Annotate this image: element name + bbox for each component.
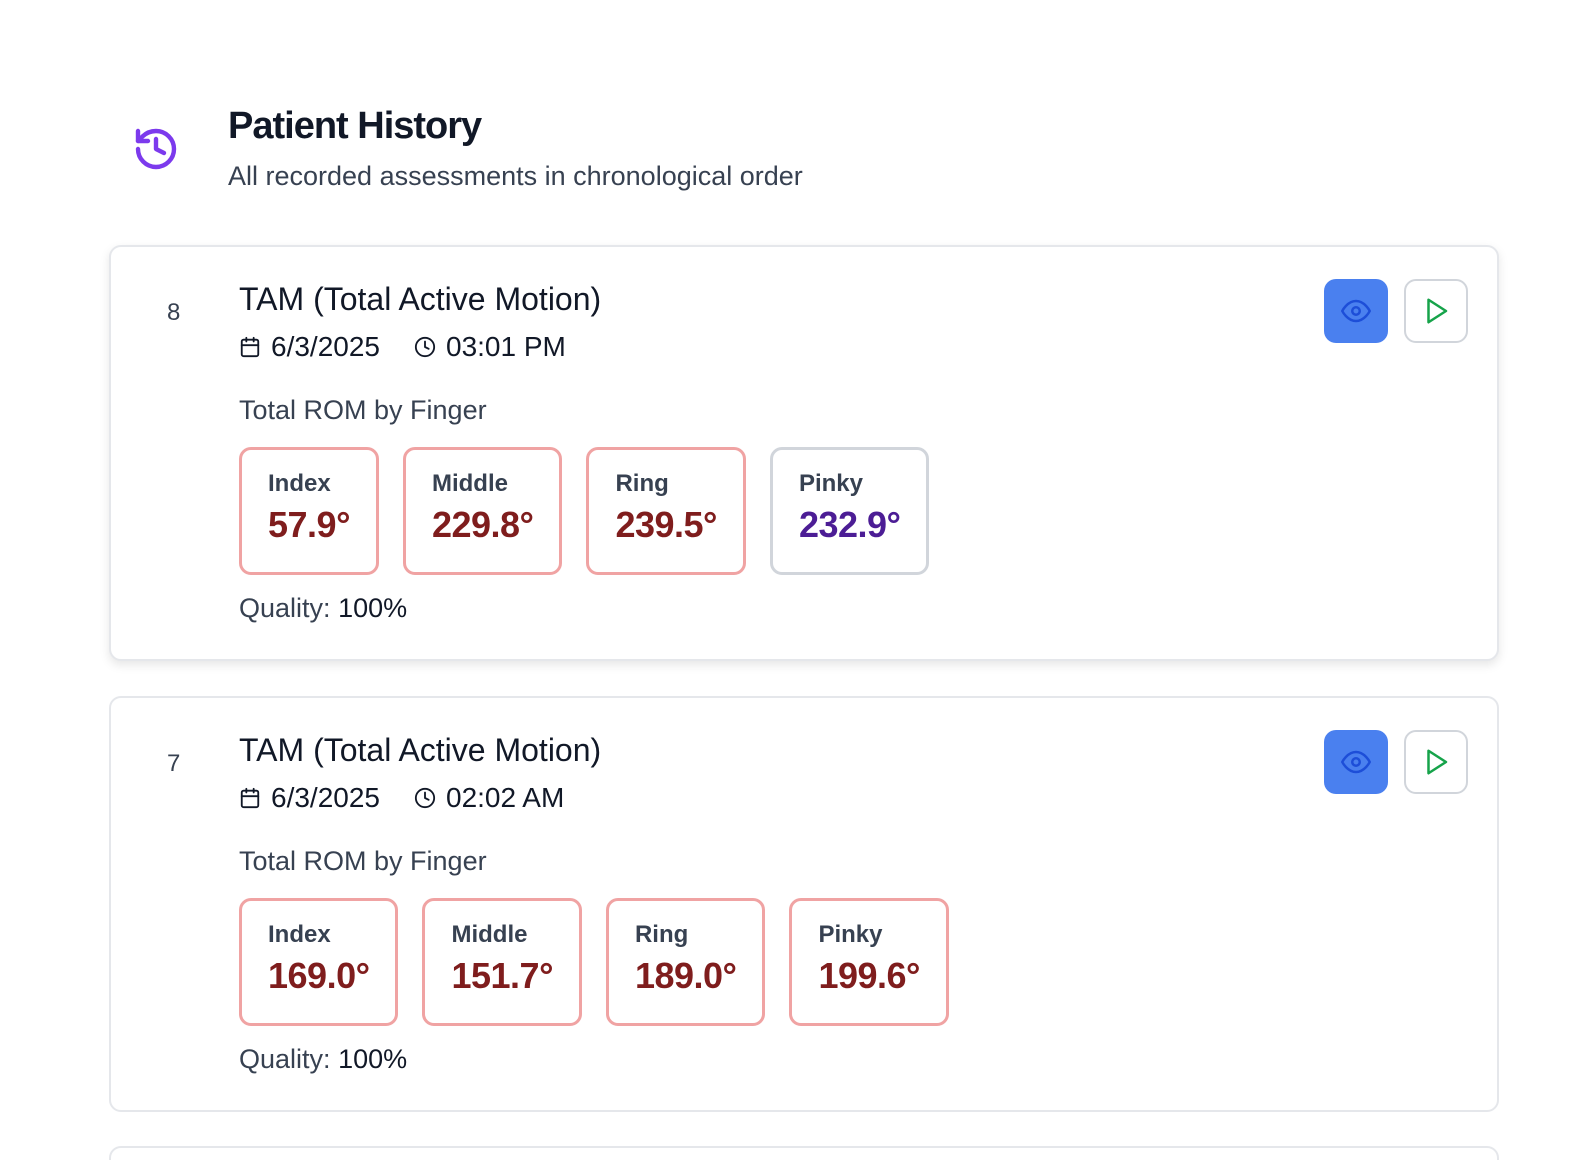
assessment-title: TAM (Total Active Motion) — [239, 281, 602, 317]
finger-card-ring: Ring 189.0° — [605, 898, 766, 1026]
finger-name: Ring — [615, 470, 669, 497]
finger-rom-list: Index 169.0° Middle 151.7° Ring 189.0° P… — [239, 898, 973, 1026]
assessment-number: 7 — [167, 750, 181, 777]
page-title: Patient History — [228, 105, 482, 147]
assessment-title: TAM (Total Active Motion) — [239, 732, 602, 768]
assessment-date: 6/3/2025 — [271, 782, 380, 813]
patient-history-page: Patient History All recorded assessments… — [0, 0, 1572, 1160]
quality-value: 100% — [338, 593, 408, 623]
finger-card-index: Index 57.9° — [239, 447, 379, 575]
quality-label: Quality: — [239, 593, 331, 623]
finger-value: 57.9° — [268, 504, 350, 545]
finger-value: 189.0° — [634, 955, 737, 996]
finger-name: Pinky — [798, 470, 863, 497]
assessment-card — [109, 1146, 1499, 1160]
view-button[interactable] — [1324, 730, 1388, 794]
play-button[interactable] — [1404, 730, 1468, 794]
assessment-number: 8 — [167, 299, 181, 326]
play-button[interactable] — [1404, 279, 1468, 343]
finger-value: 151.7° — [451, 955, 553, 996]
page-header: Patient History All recorded assessments… — [132, 105, 1032, 205]
clock-icon — [414, 336, 436, 358]
view-button[interactable] — [1324, 279, 1388, 343]
history-icon — [135, 128, 177, 170]
finger-name: Middle — [451, 921, 528, 948]
assessment-card: 8 TAM (Total Active Motion) 6/3/2025 03:… — [109, 245, 1499, 661]
finger-card-middle: Middle 229.8° — [402, 447, 563, 575]
finger-value: 199.6° — [818, 955, 920, 996]
play-icon — [1427, 749, 1448, 775]
rom-label: Total ROM by Finger — [239, 846, 487, 876]
finger-name: Ring — [634, 921, 689, 948]
finger-card-pinky: Pinky 232.9° — [769, 447, 930, 575]
assessment-card: 7 TAM (Total Active Motion) 6/3/2025 02:… — [109, 696, 1499, 1112]
finger-name: Middle — [431, 470, 508, 497]
quality-label: Quality: — [239, 1044, 331, 1074]
finger-name: Pinky — [818, 921, 883, 948]
finger-value: 169.0° — [268, 955, 370, 996]
assessment-meta: 6/3/2025 03:01 PM — [239, 331, 566, 363]
play-icon — [1427, 298, 1448, 324]
assessment-time: 02:02 AM — [446, 782, 565, 813]
finger-card-pinky: Pinky 199.6° — [789, 898, 949, 1026]
quality-score: Quality: 100% — [239, 1044, 407, 1075]
finger-value: 229.8° — [431, 504, 534, 545]
finger-name: Index — [268, 921, 331, 948]
calendar-icon — [240, 336, 260, 358]
finger-value: 232.9° — [798, 504, 901, 545]
page-subtitle: All recorded assessments in chronologica… — [228, 161, 803, 191]
finger-card-ring: Ring 239.5° — [586, 447, 746, 575]
assessment-date: 6/3/2025 — [271, 331, 380, 362]
rom-label: Total ROM by Finger — [239, 395, 487, 425]
calendar-icon — [240, 787, 260, 809]
finger-rom-list: Index 57.9° Middle 229.8° Ring 239.5° Pi… — [239, 447, 953, 575]
finger-card-index: Index 169.0° — [239, 898, 399, 1026]
finger-value: 239.5° — [615, 504, 717, 545]
quality-value: 100% — [338, 1044, 408, 1074]
finger-name: Index — [268, 470, 331, 497]
eye-icon — [1341, 750, 1371, 774]
clock-icon — [414, 787, 436, 809]
quality-score: Quality: 100% — [239, 593, 407, 624]
finger-card-middle: Middle 151.7° — [422, 898, 582, 1026]
assessment-meta: 6/3/2025 02:02 AM — [239, 782, 564, 814]
eye-icon — [1341, 299, 1371, 323]
assessment-time: 03:01 PM — [446, 331, 566, 362]
